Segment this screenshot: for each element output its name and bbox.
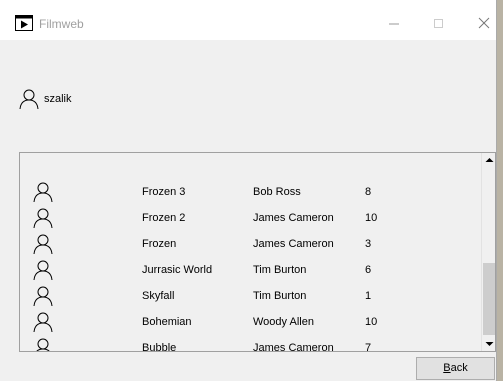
list-item[interactable]: Frozen 3 Bob Ross 8	[20, 180, 480, 206]
film-clapper-icon	[15, 15, 33, 31]
list-item[interactable]: Frozen James Cameron 3	[20, 232, 480, 258]
movie-director: Tim Burton	[253, 290, 307, 302]
close-icon	[478, 17, 490, 29]
list-item[interactable]: Frozen 2 James Cameron 10	[20, 206, 480, 232]
movie-director: James Cameron	[253, 342, 334, 351]
movie-rating: 1	[365, 290, 372, 302]
username-label: szalik	[44, 93, 72, 105]
vertical-scrollbar[interactable]	[481, 153, 495, 351]
user-outline-icon	[33, 207, 53, 229]
user-outline-icon	[33, 285, 53, 307]
close-button[interactable]	[469, 8, 499, 38]
list-item[interactable]: Jurrasic World Tim Burton 6	[20, 258, 480, 284]
movie-rating: 6	[365, 264, 372, 276]
movie-rating: 8	[365, 186, 372, 198]
movie-title: Bohemian	[142, 316, 192, 328]
list-item[interactable]: Skyfall Tim Burton 1	[20, 284, 480, 310]
back-button-accelerator: B	[443, 362, 451, 374]
movie-director: Tim Burton	[253, 264, 307, 276]
user-outline-icon	[19, 88, 39, 110]
back-button[interactable]: Back	[416, 357, 495, 380]
list-item[interactable]: Bubble James Cameron 7	[20, 336, 480, 351]
movie-rating: 7	[365, 342, 372, 351]
movie-list[interactable]: Frozen 3 Bob Ross 8 Frozen 2 James Cameron 10…	[19, 152, 496, 352]
window-title: Filmweb	[39, 17, 84, 31]
chevron-up-icon	[485, 158, 494, 162]
maximize-button[interactable]	[423, 8, 453, 38]
movie-director: Woody Allen	[253, 316, 314, 328]
maximize-icon	[434, 19, 443, 28]
minimize-button[interactable]	[379, 8, 409, 38]
chevron-down-icon	[485, 342, 494, 346]
title-bar[interactable]: Filmweb	[0, 0, 496, 40]
scroll-down-button[interactable]	[482, 337, 495, 351]
movie-title: Frozen 3	[142, 186, 186, 198]
movie-director: James Cameron	[253, 238, 334, 250]
scroll-up-button[interactable]	[482, 153, 495, 167]
movie-title: Bubble	[142, 342, 177, 351]
user-outline-icon	[33, 181, 53, 203]
movie-director: Bob Ross	[253, 186, 301, 198]
app-window: Filmweb szalik Frozen 3 Bob Ross 8 Froze…	[0, 0, 497, 381]
movie-director: James Cameron	[253, 212, 334, 224]
minimize-icon	[389, 23, 399, 25]
movie-title: Skyfall	[142, 290, 175, 302]
user-outline-icon	[33, 337, 53, 351]
movie-title: Jurrasic World	[142, 264, 213, 276]
movie-rating: 3	[365, 238, 372, 250]
movie-rating: 10	[365, 212, 378, 224]
list-item[interactable]: Bohemian Woody Allen 10	[20, 310, 480, 336]
back-button-label: ack	[450, 362, 468, 374]
movie-rating: 10	[365, 316, 378, 328]
user-outline-icon	[33, 311, 53, 333]
movie-title: Frozen	[142, 238, 177, 250]
user-outline-icon	[33, 233, 53, 255]
user-outline-icon	[33, 259, 53, 281]
movie-title: Frozen 2	[142, 212, 186, 224]
movie-list-viewport: Frozen 3 Bob Ross 8 Frozen 2 James Cameron 10…	[20, 153, 480, 351]
scrollbar-thumb[interactable]	[483, 263, 495, 335]
